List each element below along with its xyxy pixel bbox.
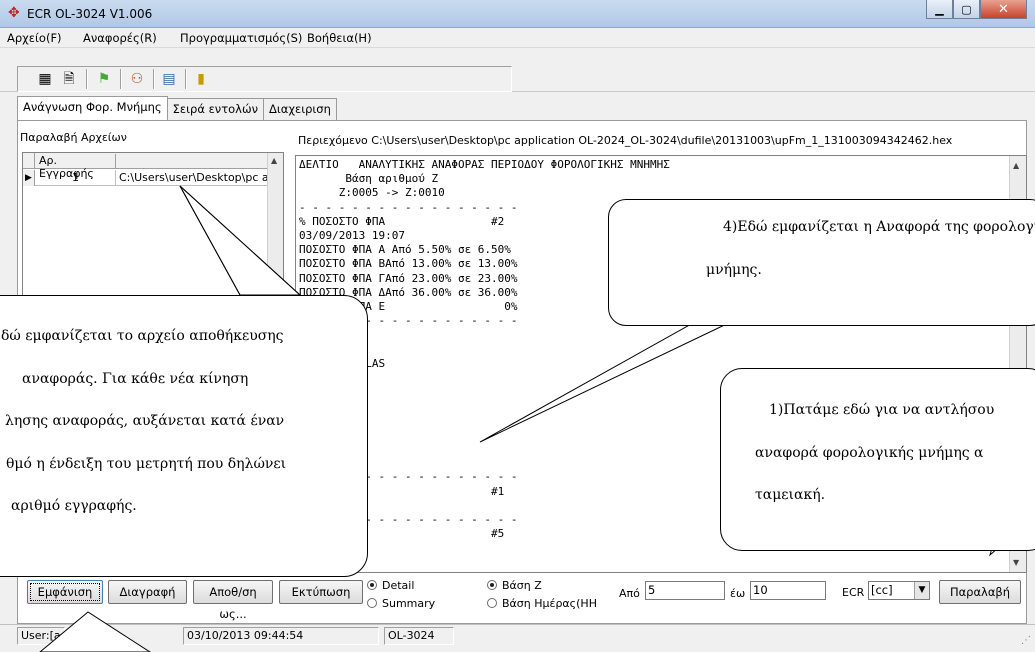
callout-left-line-1: δώ εμφανίζεται το αρχείο αποθήκευσης [1, 328, 284, 344]
callout-4-line-1: 4)Εδώ εμφανίζεται η Αναφορά της φορολογι [723, 219, 1035, 235]
callout-1-line-1: 1)Πατάμε εδώ για να αντλήσου [769, 402, 995, 418]
callout-receive-button: 1)Πατάμε εδώ για να αντλήσου αναφορά φορ… [720, 368, 1035, 551]
callout-left-line-2: αναφοράς. Για κάθε νέα κίνηση [22, 371, 249, 387]
callout-left-line-3: λησης αναφοράς, αυξάνεται κατά έναν [5, 413, 285, 429]
callout-1-line-3: ταμειακή. [755, 487, 826, 503]
callout-report-shown: 4)Εδώ εμφανίζεται η Αναφορά της φορολογι… [608, 199, 1035, 326]
callout-left-line-4: θμό η ένδειξη του μετρητή που δηλώνει [6, 456, 287, 472]
callout-4-line-2: μνήμης. [706, 262, 762, 278]
callout-1-line-2: αναφορά φορολογικής μνήμης α [755, 445, 984, 461]
callout-record-file: δώ εμφανίζεται το αρχείο αποθήκευσης ανα… [0, 295, 368, 577]
callout-left-line-5: αριθμό εγγραφής. [11, 498, 137, 514]
